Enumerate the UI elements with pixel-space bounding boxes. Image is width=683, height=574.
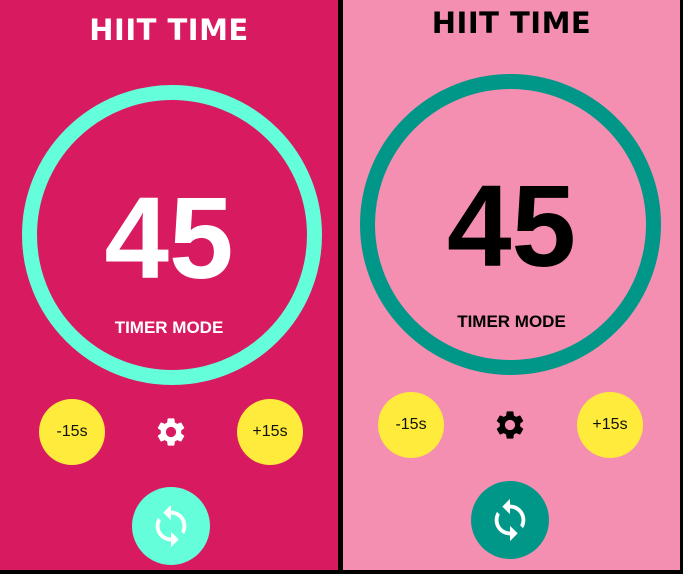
mode-label[interactable]: TIMER MODE [0,318,338,338]
timer-value: 45 [104,173,234,303]
minus-15s-button[interactable]: -15s [378,392,444,458]
gear-icon[interactable] [493,408,527,442]
screen-right: HIIT TIME 45 TIMER MODE -15s +15s [343,0,680,570]
refresh-icon [494,498,526,542]
mode-label[interactable]: TIMER MODE [343,312,680,332]
refresh-button[interactable] [132,487,210,565]
refresh-button[interactable] [471,481,549,559]
app-title: HIIT TIME [431,6,592,40]
screen-left: HIIT TIME 45 TIMER MODE -15s +15s [0,0,338,570]
app-title: HIIT TIME [89,13,249,47]
gear-icon[interactable] [154,415,188,449]
plus-15s-button[interactable]: +15s [577,392,643,458]
minus-15s-button[interactable]: -15s [39,399,105,465]
timer-value: 45 [446,161,577,291]
refresh-icon [155,504,187,548]
plus-15s-button[interactable]: +15s [237,399,303,465]
